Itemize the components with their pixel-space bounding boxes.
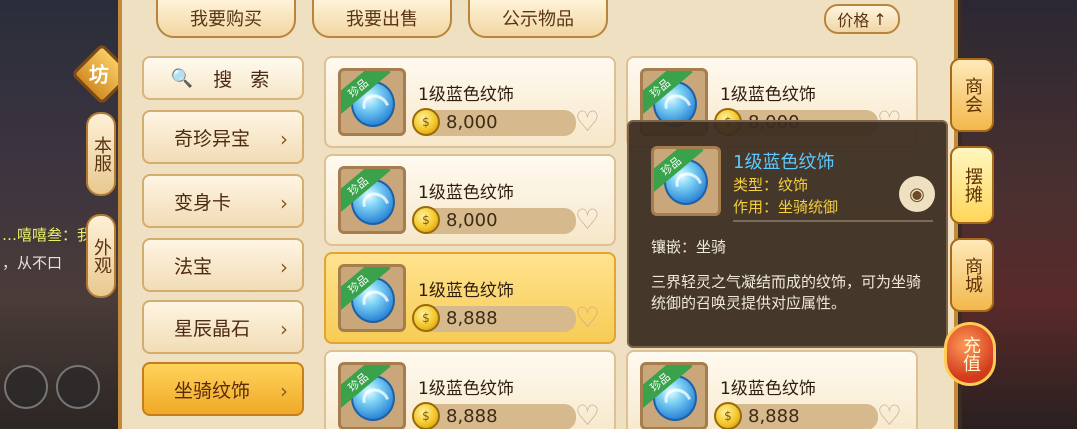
divider bbox=[733, 220, 933, 222]
chat-line-2: ，从不口 bbox=[2, 254, 63, 272]
top-tabs: 我要购买 我要出售 公示物品 价格 ↑ bbox=[122, 0, 954, 44]
tooltip-inlay: 镶嵌：坐骑 bbox=[651, 238, 727, 256]
item-price: 8,000 bbox=[446, 112, 498, 133]
tooltip-item-icon: 珍品 bbox=[651, 146, 721, 216]
tab-stall-label: 摆摊 bbox=[962, 167, 983, 203]
category-label: 星辰晶石 bbox=[174, 317, 251, 340]
recharge-button[interactable]: 充值 bbox=[944, 322, 996, 386]
tab-this-server[interactable]: 本服 bbox=[86, 112, 116, 196]
price-bar: $8,888 bbox=[714, 402, 878, 429]
item-icon: 珍品 bbox=[338, 68, 406, 136]
price-sort-button[interactable]: 价格 ↑ bbox=[824, 4, 900, 34]
price-bar: $8,000 bbox=[412, 108, 576, 136]
item-icon: 珍品 bbox=[338, 166, 406, 234]
item-card[interactable]: 珍品 1级蓝色纹饰 $8,000 ♡ bbox=[324, 154, 616, 246]
category-item[interactable]: 变身卡 › bbox=[142, 174, 304, 228]
item-card[interactable]: 珍品 1级蓝色纹饰 $8,888 ♡ bbox=[324, 350, 616, 429]
item-tooltip: 珍品 1级蓝色纹饰 类型：纹饰 作用：坐骑统御 ◉ 镶嵌：坐骑 三界轻灵之气凝结… bbox=[627, 120, 948, 348]
tab-appearance[interactable]: 外观 bbox=[86, 214, 116, 298]
voice-mic-button[interactable] bbox=[4, 365, 48, 409]
item-price: 8,888 bbox=[446, 406, 498, 427]
category-label: 奇珍异宝 bbox=[174, 127, 251, 150]
tab-stall[interactable]: 摆摊 bbox=[950, 146, 994, 224]
recharge-label: 充值 bbox=[960, 336, 981, 372]
tab-sell-label: 我要出售 bbox=[346, 9, 418, 30]
item-price: 8,888 bbox=[446, 308, 498, 329]
chat-line-1: …嘻嘻叁：我 bbox=[2, 226, 93, 244]
eye-icon[interactable]: ◉ bbox=[899, 176, 935, 212]
item-card[interactable]: 珍品 1级蓝色纹饰 $8,888 ♡ bbox=[626, 350, 918, 429]
category-item[interactable]: 法宝 › bbox=[142, 238, 304, 292]
tab-trade-guild-label: 商会 bbox=[962, 77, 983, 113]
item-name: 1级蓝色纹饰 bbox=[418, 281, 514, 301]
chevron-right-icon: › bbox=[280, 191, 288, 215]
arrow-up-icon: ↑ bbox=[873, 9, 887, 29]
heart-icon[interactable]: ♡ bbox=[575, 108, 600, 136]
item-name: 1级蓝色纹饰 bbox=[418, 379, 514, 399]
tab-appearance-label: 外观 bbox=[91, 238, 112, 274]
tab-mall-label: 商城 bbox=[962, 257, 983, 293]
price-sort-label: 价格 bbox=[837, 11, 870, 30]
tab-mall[interactable]: 商城 bbox=[950, 238, 994, 312]
tab-buy[interactable]: 我要购买 bbox=[156, 0, 296, 38]
tab-sell[interactable]: 我要出售 bbox=[312, 0, 452, 38]
price-bar: $8,888 bbox=[412, 304, 576, 332]
search-label: 搜 索 bbox=[213, 68, 276, 91]
heart-icon[interactable]: ♡ bbox=[575, 304, 600, 332]
item-card-selected[interactable]: 珍品 1级蓝色纹饰 $8,888 ♡ bbox=[324, 252, 616, 344]
chevron-right-icon: › bbox=[280, 379, 288, 403]
item-name: 1级蓝色纹饰 bbox=[720, 85, 816, 105]
tooltip-type: 类型：纹饰 bbox=[733, 176, 809, 194]
category-label: 坐骑纹饰 bbox=[174, 379, 251, 402]
tab-trade-guild[interactable]: 商会 bbox=[950, 58, 994, 132]
chevron-right-icon: › bbox=[280, 255, 288, 279]
item-name: 1级蓝色纹饰 bbox=[720, 379, 816, 399]
item-icon: 珍品 bbox=[338, 362, 406, 429]
coin-icon: $ bbox=[412, 402, 440, 429]
heart-icon[interactable]: ♡ bbox=[575, 206, 600, 234]
chevron-right-icon: › bbox=[280, 127, 288, 151]
tab-public[interactable]: 公示物品 bbox=[468, 0, 608, 38]
heart-icon[interactable]: ♡ bbox=[877, 402, 902, 429]
tooltip-description: 三界轻灵之气凝结而成的纹饰，可为坐骑统御的召唤灵提供对应属性。 bbox=[651, 273, 922, 312]
item-icon: 珍品 bbox=[338, 264, 406, 332]
item-name: 1级蓝色纹饰 bbox=[418, 85, 514, 105]
item-name: 1级蓝色纹饰 bbox=[418, 183, 514, 203]
tab-this-server-label: 本服 bbox=[91, 136, 112, 172]
chevron-right-icon: › bbox=[280, 317, 288, 341]
category-item[interactable]: 星辰晶石 › bbox=[142, 300, 304, 354]
price-bar: $8,888 bbox=[412, 402, 576, 429]
search-button[interactable]: 🔍 搜 索 bbox=[142, 56, 304, 100]
tab-buy-label: 我要购买 bbox=[190, 9, 262, 30]
search-icon: 🔍 bbox=[170, 67, 200, 89]
coin-icon: $ bbox=[412, 108, 440, 136]
heart-icon[interactable]: ♡ bbox=[575, 402, 600, 429]
tab-public-label: 公示物品 bbox=[502, 9, 574, 30]
category-item-active[interactable]: 坐骑纹饰 › bbox=[142, 362, 304, 416]
fang-label: 坊 bbox=[88, 62, 109, 87]
item-price: 8,888 bbox=[748, 406, 800, 427]
coin-icon: $ bbox=[412, 304, 440, 332]
tooltip-item-name: 1级蓝色纹饰 bbox=[733, 152, 835, 173]
category-item[interactable]: 奇珍异宝 › bbox=[142, 110, 304, 164]
world-mic-button[interactable] bbox=[56, 365, 100, 409]
item-icon: 珍品 bbox=[640, 362, 708, 429]
coin-icon: $ bbox=[412, 206, 440, 234]
price-bar: $8,000 bbox=[412, 206, 576, 234]
coin-icon: $ bbox=[714, 402, 742, 429]
category-label: 变身卡 bbox=[174, 191, 232, 214]
category-label: 法宝 bbox=[174, 255, 213, 278]
item-price: 8,000 bbox=[446, 210, 498, 231]
item-card[interactable]: 珍品 1级蓝色纹饰 $8,000 ♡ bbox=[324, 56, 616, 148]
tooltip-use: 作用：坐骑统御 bbox=[733, 198, 839, 216]
